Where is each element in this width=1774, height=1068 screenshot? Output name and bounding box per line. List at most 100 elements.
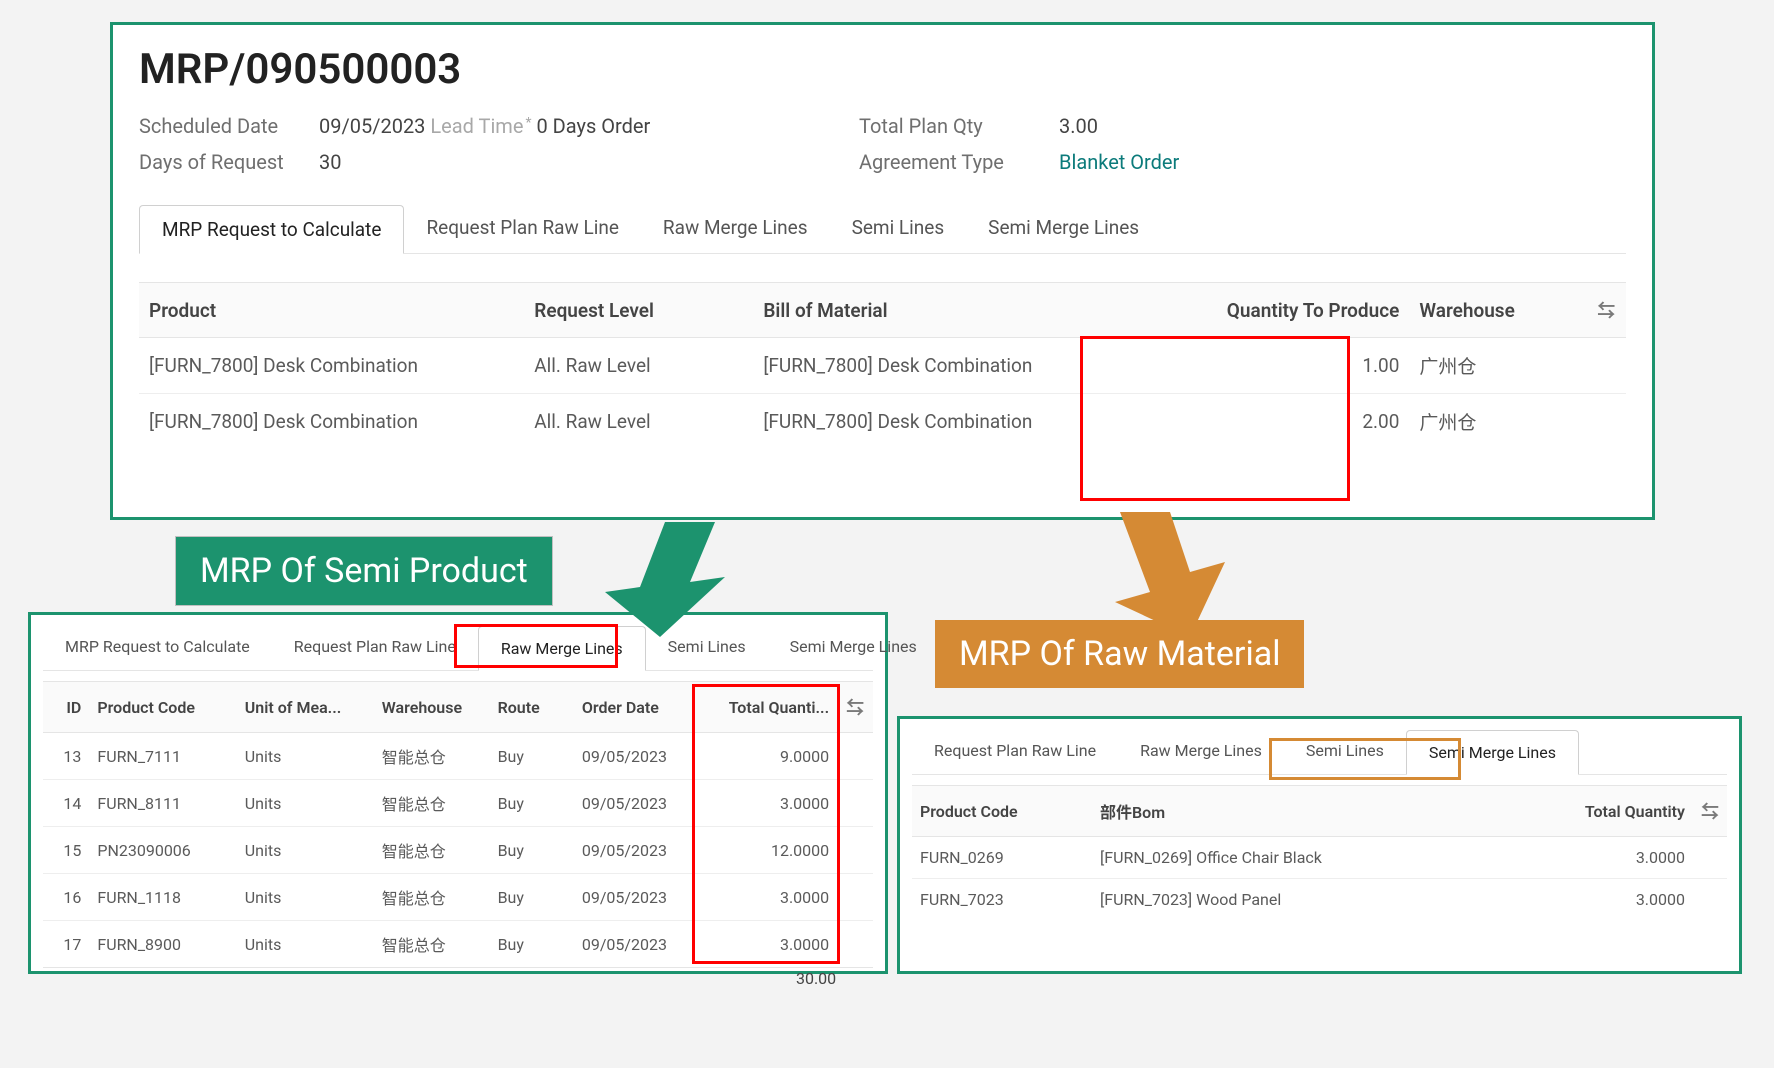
- settings-icon[interactable]: ⇆: [1597, 301, 1615, 322]
- cell-wh: 智能总仓: [374, 921, 490, 968]
- cell-qty: 3.0000: [1523, 837, 1693, 879]
- cell-uom: Units: [237, 874, 374, 921]
- meta-row-1: Scheduled Date 09/05/2023 Lead Time* 0 D…: [139, 114, 1626, 138]
- total-plan-qty-label: Total Plan Qty: [859, 114, 1059, 138]
- table-row[interactable]: FURN_0269[FURN_0269] Office Chair Black3…: [912, 837, 1727, 879]
- cell-uom: Units: [237, 733, 374, 780]
- settings-icon[interactable]: ⇆: [1701, 802, 1719, 823]
- tab-bl-semi-merge[interactable]: Semi Merge Lines: [768, 625, 939, 670]
- cell-wh: 智能总仓: [374, 874, 490, 921]
- days-request-value: 30: [319, 150, 341, 174]
- agreement-type-value[interactable]: Blanket Order: [1059, 150, 1179, 174]
- top-tabs: MRP Request to Calculate Request Plan Ra…: [139, 204, 1626, 254]
- col-date[interactable]: Order Date: [574, 682, 700, 733]
- cell-uom: Units: [237, 780, 374, 827]
- cell-wh: 智能总仓: [374, 780, 490, 827]
- cell-date: 09/05/2023: [574, 733, 700, 780]
- col-bom[interactable]: Bill of Material: [753, 283, 1149, 338]
- col-settings[interactable]: ⇆: [1586, 283, 1626, 338]
- cell-wh: 智能总仓: [374, 827, 490, 874]
- col-request-level[interactable]: Request Level: [524, 283, 753, 338]
- cell-code: PN23090006: [89, 827, 236, 874]
- cell-bom: [FURN_0269] Office Chair Black: [1092, 837, 1523, 879]
- cell-route: Buy: [490, 921, 574, 968]
- col-warehouse[interactable]: Warehouse: [1409, 283, 1586, 338]
- cell-route: Buy: [490, 780, 574, 827]
- tab-br-raw-merge[interactable]: Raw Merge Lines: [1118, 729, 1284, 774]
- col-code[interactable]: Product Code: [89, 682, 236, 733]
- highlight-total-quantity: [692, 684, 840, 964]
- days-request-label: Days of Request: [139, 150, 319, 174]
- tab-bl-request-plan[interactable]: Request Plan Raw Line: [272, 625, 478, 670]
- total-plan-qty-value: 3.00: [1059, 114, 1098, 138]
- cell-date: 09/05/2023: [574, 874, 700, 921]
- cell-id: 16: [43, 874, 89, 921]
- col-br-code[interactable]: Product Code: [912, 786, 1092, 837]
- col-settings-br[interactable]: ⇆: [1693, 786, 1727, 837]
- tab-bl-mrp-request[interactable]: MRP Request to Calculate: [43, 625, 272, 670]
- cell-wh: 广州仓: [1409, 394, 1586, 450]
- cell-route: Buy: [490, 874, 574, 921]
- cell-qty: 3.0000: [1523, 879, 1693, 921]
- br-table: Product Code 部件Bom Total Quantity ⇆ FURN…: [912, 785, 1727, 920]
- settings-icon[interactable]: ⇆: [846, 698, 864, 719]
- cell-code: FURN_7111: [89, 733, 236, 780]
- col-route[interactable]: Route: [490, 682, 574, 733]
- cell-route: Buy: [490, 827, 574, 874]
- cell-date: 09/05/2023: [574, 827, 700, 874]
- highlight-semi-merge-tab: [1269, 738, 1461, 780]
- callout-semi-product: MRP Of Semi Product: [175, 536, 553, 606]
- col-wh[interactable]: Warehouse: [374, 682, 490, 733]
- col-id[interactable]: ID: [43, 682, 89, 733]
- mrp-detail-panel: MRP/090500003 Scheduled Date 09/05/2023 …: [110, 22, 1655, 520]
- cell-code: FURN_8900: [89, 921, 236, 968]
- total-qty: 30.00: [700, 968, 837, 990]
- meta-row-2: Days of Request 30 Agreement Type Blanke…: [139, 150, 1626, 174]
- cell-route: Buy: [490, 733, 574, 780]
- arrow-green-icon: [605, 522, 735, 642]
- cell-bom: [FURN_7023] Wood Panel: [1092, 879, 1523, 921]
- callout-raw-material: MRP Of Raw Material: [935, 620, 1304, 688]
- col-settings-bl[interactable]: ⇆: [837, 682, 873, 733]
- table-row[interactable]: [FURN_7800] Desk Combination All. Raw Le…: [139, 338, 1626, 394]
- cell-code: FURN_8111: [89, 780, 236, 827]
- lead-time-note: Lead Time: [430, 114, 523, 138]
- cell-code: FURN_7023: [912, 879, 1092, 921]
- tab-raw-merge-lines[interactable]: Raw Merge Lines: [641, 204, 830, 253]
- tab-mrp-request-calculate[interactable]: MRP Request to Calculate: [139, 205, 404, 254]
- col-qty-produce[interactable]: Quantity To Produce: [1149, 283, 1409, 338]
- cell-id: 17: [43, 921, 89, 968]
- table-row[interactable]: [FURN_7800] Desk Combination All. Raw Le…: [139, 394, 1626, 450]
- tab-request-plan-raw-line[interactable]: Request Plan Raw Line: [404, 204, 640, 253]
- cell-date: 09/05/2023: [574, 921, 700, 968]
- highlight-raw-merge-tab: [454, 624, 618, 668]
- total-row: 30.00: [43, 968, 873, 990]
- tab-semi-merge-lines[interactable]: Semi Merge Lines: [966, 204, 1161, 253]
- scheduled-date-value: 09/05/2023: [319, 114, 425, 138]
- page-title: MRP/090500003: [139, 45, 1626, 94]
- col-uom[interactable]: Unit of Mea...: [237, 682, 374, 733]
- table-row[interactable]: FURN_7023[FURN_7023] Wood Panel3.0000: [912, 879, 1727, 921]
- col-br-bom[interactable]: 部件Bom: [1092, 786, 1523, 837]
- lead-time-suffix: 0 Days Order: [536, 114, 650, 138]
- col-br-qty[interactable]: Total Quantity: [1523, 786, 1693, 837]
- cell-id: 13: [43, 733, 89, 780]
- agreement-type-label: Agreement Type: [859, 150, 1059, 174]
- col-product[interactable]: Product: [139, 283, 524, 338]
- asterisk: *: [525, 115, 531, 131]
- cell-wh: 智能总仓: [374, 733, 490, 780]
- scheduled-date-label: Scheduled Date: [139, 114, 319, 138]
- cell-id: 15: [43, 827, 89, 874]
- cell-product: [FURN_7800] Desk Combination: [139, 394, 524, 450]
- top-table: Product Request Level Bill of Material Q…: [139, 282, 1626, 449]
- cell-level: All. Raw Level: [524, 338, 753, 394]
- cell-id: 14: [43, 780, 89, 827]
- highlight-qty-to-produce: [1080, 336, 1350, 501]
- cell-uom: Units: [237, 827, 374, 874]
- tab-br-request-plan[interactable]: Request Plan Raw Line: [912, 729, 1118, 774]
- cell-date: 09/05/2023: [574, 780, 700, 827]
- tab-semi-lines[interactable]: Semi Lines: [830, 204, 967, 253]
- cell-wh: 广州仓: [1409, 338, 1586, 394]
- cell-code: FURN_1118: [89, 874, 236, 921]
- cell-level: All. Raw Level: [524, 394, 753, 450]
